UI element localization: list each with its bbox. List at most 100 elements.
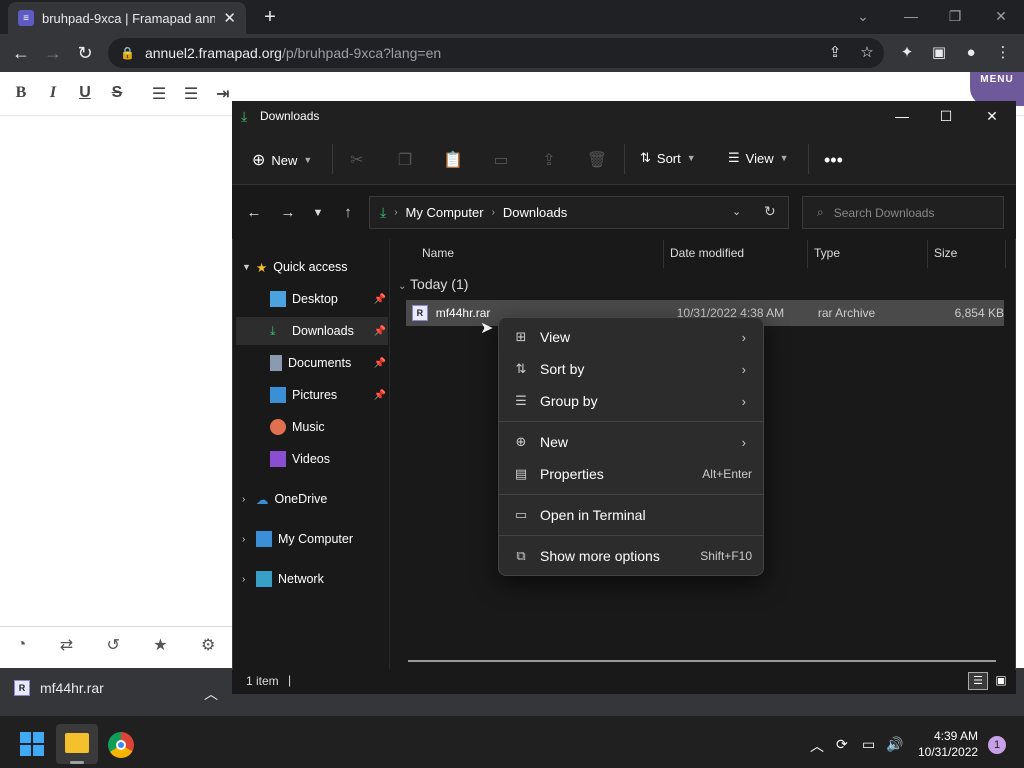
nav-my-computer[interactable]: › My Computer <box>236 525 388 553</box>
rename-icon[interactable]: ▭ <box>490 150 512 170</box>
chevron-up-icon[interactable]: ︿ <box>204 684 218 704</box>
search-input[interactable]: ⌕ Search Downloads <box>802 196 1004 229</box>
network-icon[interactable]: ▭ <box>862 736 875 753</box>
back-button[interactable]: ← <box>8 40 34 66</box>
group-header[interactable]: ⌄ Today (1) <box>398 276 468 292</box>
underline-icon[interactable]: U <box>74 84 96 102</box>
column-header-size[interactable]: Size <box>934 246 957 260</box>
column-divider[interactable] <box>927 240 928 268</box>
column-divider[interactable] <box>663 240 664 268</box>
sort-button[interactable]: ⇅ Sort ▼ <box>640 150 696 166</box>
bold-icon[interactable]: B <box>10 84 32 102</box>
large-icons-view-icon[interactable]: ▣ <box>992 672 1010 690</box>
address-bar[interactable]: 🔒 annuel2.framapad.org/p/bruhpad-9xca?la… <box>108 38 884 68</box>
share-file-icon[interactable]: ⇪ <box>538 150 560 170</box>
refresh-icon[interactable]: ↻ <box>764 203 776 220</box>
minimize-button[interactable]: — <box>896 4 926 28</box>
volume-icon[interactable]: 🔊 <box>886 736 903 753</box>
strikethrough-icon[interactable]: S <box>106 84 128 102</box>
notification-badge[interactable]: 1 <box>988 736 1006 754</box>
menu-item-show-more-options[interactable]: ⧉ Show more options Shift+F10 <box>512 542 752 570</box>
file-explorer-taskbar-icon[interactable] <box>56 724 98 764</box>
forward-button[interactable]: → <box>40 40 66 66</box>
nav-quick-access[interactable]: ▼ ★ Quick access <box>236 253 388 281</box>
menu-item-sort-by[interactable]: ⇅ Sort by › <box>512 355 752 383</box>
menu-item-view[interactable]: ⊞ View › <box>512 323 752 351</box>
nav-onedrive[interactable]: › ☁ OneDrive <box>236 485 388 513</box>
unordered-list-icon[interactable]: ☰ <box>180 84 202 104</box>
column-header-type[interactable]: Type <box>814 246 840 260</box>
close-window-button[interactable]: ✕ <box>986 4 1016 28</box>
horizontal-scrollbar[interactable] <box>408 660 996 662</box>
italic-icon[interactable]: I <box>42 84 64 102</box>
history-icon[interactable]: ↺ <box>106 635 119 655</box>
import-export-icon[interactable]: ⇄ <box>60 635 73 655</box>
profile-icon[interactable]: ● <box>960 42 982 64</box>
nav-item-downloads[interactable]: ⤓ Downloads 📌 <box>236 317 388 345</box>
restore-button[interactable]: ❐ <box>940 4 970 28</box>
cut-icon[interactable]: ✂ <box>346 150 368 170</box>
details-view-icon[interactable]: ☰ <box>968 672 988 690</box>
column-divider[interactable] <box>807 240 808 268</box>
dashboard-icon[interactable]: ◔ <box>17 636 27 654</box>
star-icon[interactable]: ★ <box>153 635 167 655</box>
delete-icon[interactable]: 🗑 <box>586 150 608 170</box>
open-external-icon: ⧉ <box>516 548 526 563</box>
view-button[interactable]: ☰ View ▼ <box>728 150 789 166</box>
system-clock[interactable]: 4:39 AM 10/31/2022 <box>918 728 978 760</box>
column-header-name[interactable]: Name <box>422 246 454 260</box>
properties-icon: ▤ <box>514 466 528 481</box>
breadcrumb-downloads[interactable]: Downloads <box>503 205 567 220</box>
breadcrumb-my-computer[interactable]: My Computer <box>406 205 484 220</box>
recent-locations-icon[interactable]: ▼ <box>308 207 328 219</box>
clock-time: 4:39 AM <box>933 729 978 743</box>
chrome-taskbar-icon[interactable] <box>108 732 134 758</box>
update-icon[interactable]: ⟳ <box>836 736 848 753</box>
nav-item-videos[interactable]: Videos <box>236 445 388 473</box>
nav-item-documents[interactable]: Documents 📌 <box>236 349 388 377</box>
chevron-down-icon: ▼ <box>242 262 251 272</box>
menu-item-group-by[interactable]: ☰ Group by › <box>512 387 752 415</box>
paste-icon[interactable]: 📋 <box>442 150 464 170</box>
explorer-close-button[interactable]: ✕ <box>982 108 1002 125</box>
nav-item-desktop[interactable]: Desktop 📌 <box>236 285 388 313</box>
windows-start-icon[interactable] <box>20 732 44 756</box>
download-item[interactable]: R mf44hr.rar <box>14 680 104 696</box>
address-dropdown-icon[interactable]: ⌄ <box>732 205 741 218</box>
tray-chevron-up-icon[interactable]: ︿ <box>810 736 824 756</box>
menu-item-new[interactable]: ⊕ New › <box>512 428 752 456</box>
menu-label: Group by <box>540 393 598 409</box>
menu-separator <box>499 494 763 495</box>
bookmark-star-icon[interactable]: ☆ <box>856 42 878 64</box>
extensions-icon[interactable]: ✦ <box>896 42 918 64</box>
explorer-forward-icon[interactable]: → <box>278 204 298 221</box>
up-level-icon[interactable]: ↑ <box>338 204 358 221</box>
explorer-address-bar[interactable]: ⤓ › My Computer › Downloads <box>369 196 789 229</box>
indent-icon[interactable]: ⇥ <box>212 84 234 104</box>
tab-search-icon[interactable]: ⌄ <box>848 4 878 28</box>
menu-item-properties[interactable]: ▤ Properties Alt+Enter <box>512 460 752 488</box>
side-panel-icon[interactable]: ▣ <box>928 42 950 64</box>
nav-item-music[interactable]: Music <box>236 413 388 441</box>
settings-gear-icon[interactable]: ⚙ <box>201 635 215 655</box>
ordered-list-icon[interactable]: ☰ <box>148 84 170 104</box>
chrome-menu-icon[interactable]: ⋮ <box>992 42 1014 64</box>
nav-item-pictures[interactable]: Pictures 📌 <box>236 381 388 409</box>
explorer-maximize-button[interactable]: ☐ <box>936 108 956 125</box>
share-icon[interactable]: ⇪ <box>824 42 846 64</box>
explorer-back-icon[interactable]: ← <box>244 204 264 221</box>
tab-close-icon[interactable]: ✕ <box>223 9 236 27</box>
new-button[interactable]: ⊕ New ▼ <box>252 150 312 170</box>
reload-button[interactable]: ↻ <box>72 40 98 66</box>
explorer-minimize-button[interactable]: — <box>892 108 912 124</box>
new-tab-button[interactable]: + <box>258 5 282 29</box>
column-divider[interactable] <box>1005 240 1006 268</box>
pane-divider[interactable] <box>389 239 390 669</box>
nav-network[interactable]: › Network <box>236 565 388 593</box>
column-header-date-modified[interactable]: Date modified <box>670 246 744 260</box>
browser-tab[interactable]: ≡ bruhpad-9xca | Framapad annuel ✕ <box>8 2 246 34</box>
menu-item-open-terminal[interactable]: ▭ Open in Terminal <box>512 501 752 529</box>
copy-icon[interactable]: ❐ <box>394 150 416 170</box>
more-options-icon[interactable]: ••• <box>824 150 843 171</box>
lock-icon[interactable]: 🔒 <box>120 46 135 60</box>
